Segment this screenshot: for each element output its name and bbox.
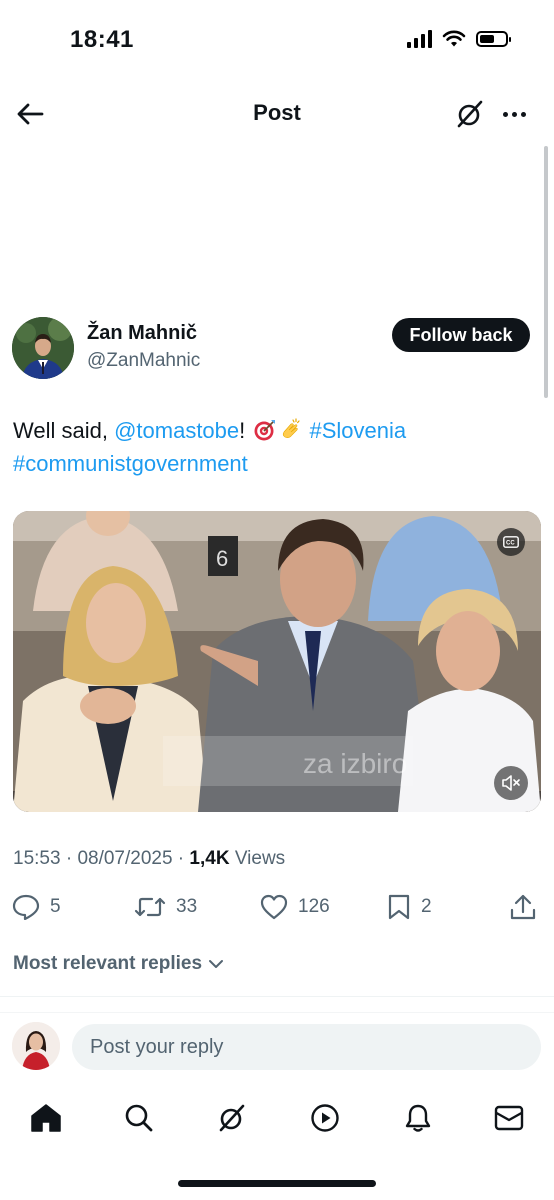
- divider: [0, 1012, 554, 1013]
- video-icon: [311, 1104, 339, 1132]
- repost-count: 33: [176, 896, 198, 917]
- more-icon: [502, 111, 508, 117]
- reply-input[interactable]: [72, 1024, 541, 1070]
- bookmark-count: 2: [421, 896, 432, 917]
- tab-notifications[interactable]: [398, 1098, 438, 1138]
- follow-back-button[interactable]: Follow back: [392, 318, 530, 352]
- video-caption: za izbiro: [303, 748, 407, 779]
- home-indicator[interactable]: [178, 1180, 376, 1187]
- speaker-muted-icon: [502, 775, 520, 791]
- heart-icon: [260, 894, 288, 920]
- author-name[interactable]: Žan Mahnič: [87, 322, 197, 345]
- closed-captions-icon: CC: [503, 536, 519, 548]
- cellular-signal-icon: [407, 30, 432, 48]
- clapping-hands-icon: [283, 418, 300, 438]
- tab-video[interactable]: [305, 1098, 345, 1138]
- bookmark-icon: [388, 894, 410, 920]
- my-avatar[interactable]: [12, 1022, 60, 1070]
- search-icon: [125, 1104, 153, 1132]
- divider: [0, 996, 554, 997]
- seat-number: 6: [216, 546, 228, 571]
- like-count: 126: [298, 896, 330, 917]
- repost-action[interactable]: 33: [134, 892, 197, 922]
- post-date: 08/07/2025: [77, 848, 173, 869]
- chevron-down-icon: [209, 960, 224, 968]
- grok-button[interactable]: [454, 98, 486, 130]
- replies-sort-label: Most relevant replies: [13, 953, 203, 974]
- tweet-text: Well said, @tomastobe! #Slovenia #commun…: [13, 414, 533, 480]
- tab-home[interactable]: [26, 1098, 66, 1138]
- reply-action[interactable]: 5: [12, 892, 61, 922]
- views-count[interactable]: 1,4K: [189, 848, 229, 869]
- messages-icon: [494, 1105, 524, 1131]
- mention-link[interactable]: @tomastobe: [114, 418, 239, 443]
- share-icon: [510, 894, 536, 920]
- tweet-text-part: Well said,: [13, 418, 115, 443]
- post-meta: 15:53 · 08/07/2025 · 1,4K Views: [13, 848, 286, 869]
- wifi-icon: [442, 30, 466, 47]
- tweet-text-part: !: [239, 418, 252, 443]
- tab-search[interactable]: [119, 1098, 159, 1138]
- svg-text:CC: CC: [506, 541, 515, 547]
- mute-button[interactable]: [494, 766, 528, 800]
- grok-icon: [219, 1104, 245, 1132]
- battery-icon: [476, 31, 511, 47]
- reply-count: 5: [50, 896, 61, 917]
- status-icons: [407, 30, 511, 48]
- views-label: Views: [229, 848, 286, 869]
- tab-grok[interactable]: [212, 1098, 252, 1138]
- home-icon: [31, 1104, 61, 1132]
- author-handle[interactable]: @ZanMahnic: [87, 350, 200, 372]
- hashtag-link[interactable]: #Slovenia: [310, 418, 407, 443]
- reply-icon: [12, 894, 40, 920]
- hashtag-link[interactable]: #communistgovernment: [13, 451, 248, 476]
- more-options-button[interactable]: [498, 98, 530, 130]
- scrollbar[interactable]: [544, 146, 548, 398]
- like-action[interactable]: 126: [260, 892, 330, 922]
- captions-button[interactable]: CC: [497, 528, 525, 556]
- bookmark-action[interactable]: 2: [387, 892, 432, 922]
- grok-icon: [457, 100, 483, 128]
- video-media[interactable]: 6 za izbiro: [13, 511, 541, 812]
- notifications-icon: [405, 1104, 431, 1132]
- author-avatar[interactable]: [12, 317, 74, 379]
- tab-messages[interactable]: [489, 1098, 529, 1138]
- share-action[interactable]: [510, 892, 536, 922]
- direct-hit-icon: [254, 420, 276, 441]
- replies-sort-dropdown[interactable]: Most relevant replies: [13, 953, 224, 975]
- status-time: 18:41: [70, 26, 134, 53]
- repost-icon: [134, 897, 166, 917]
- post-time: 15:53: [13, 848, 61, 869]
